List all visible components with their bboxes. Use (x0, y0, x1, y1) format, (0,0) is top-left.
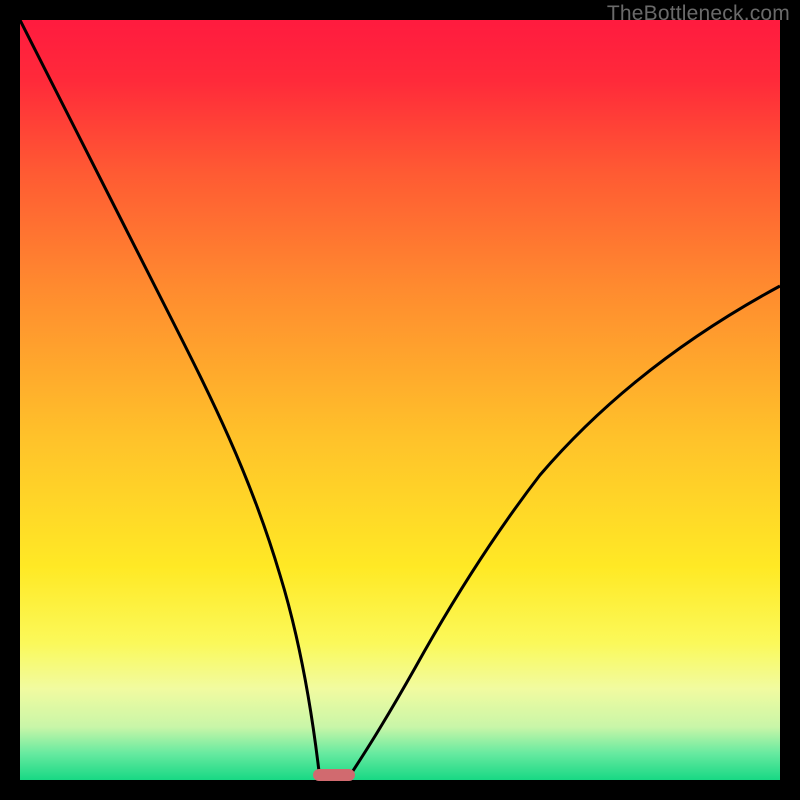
chart-marker (313, 769, 355, 781)
chart-background-gradient (20, 20, 780, 780)
chart-frame (20, 20, 780, 780)
watermark-text: TheBottleneck.com (607, 2, 790, 26)
